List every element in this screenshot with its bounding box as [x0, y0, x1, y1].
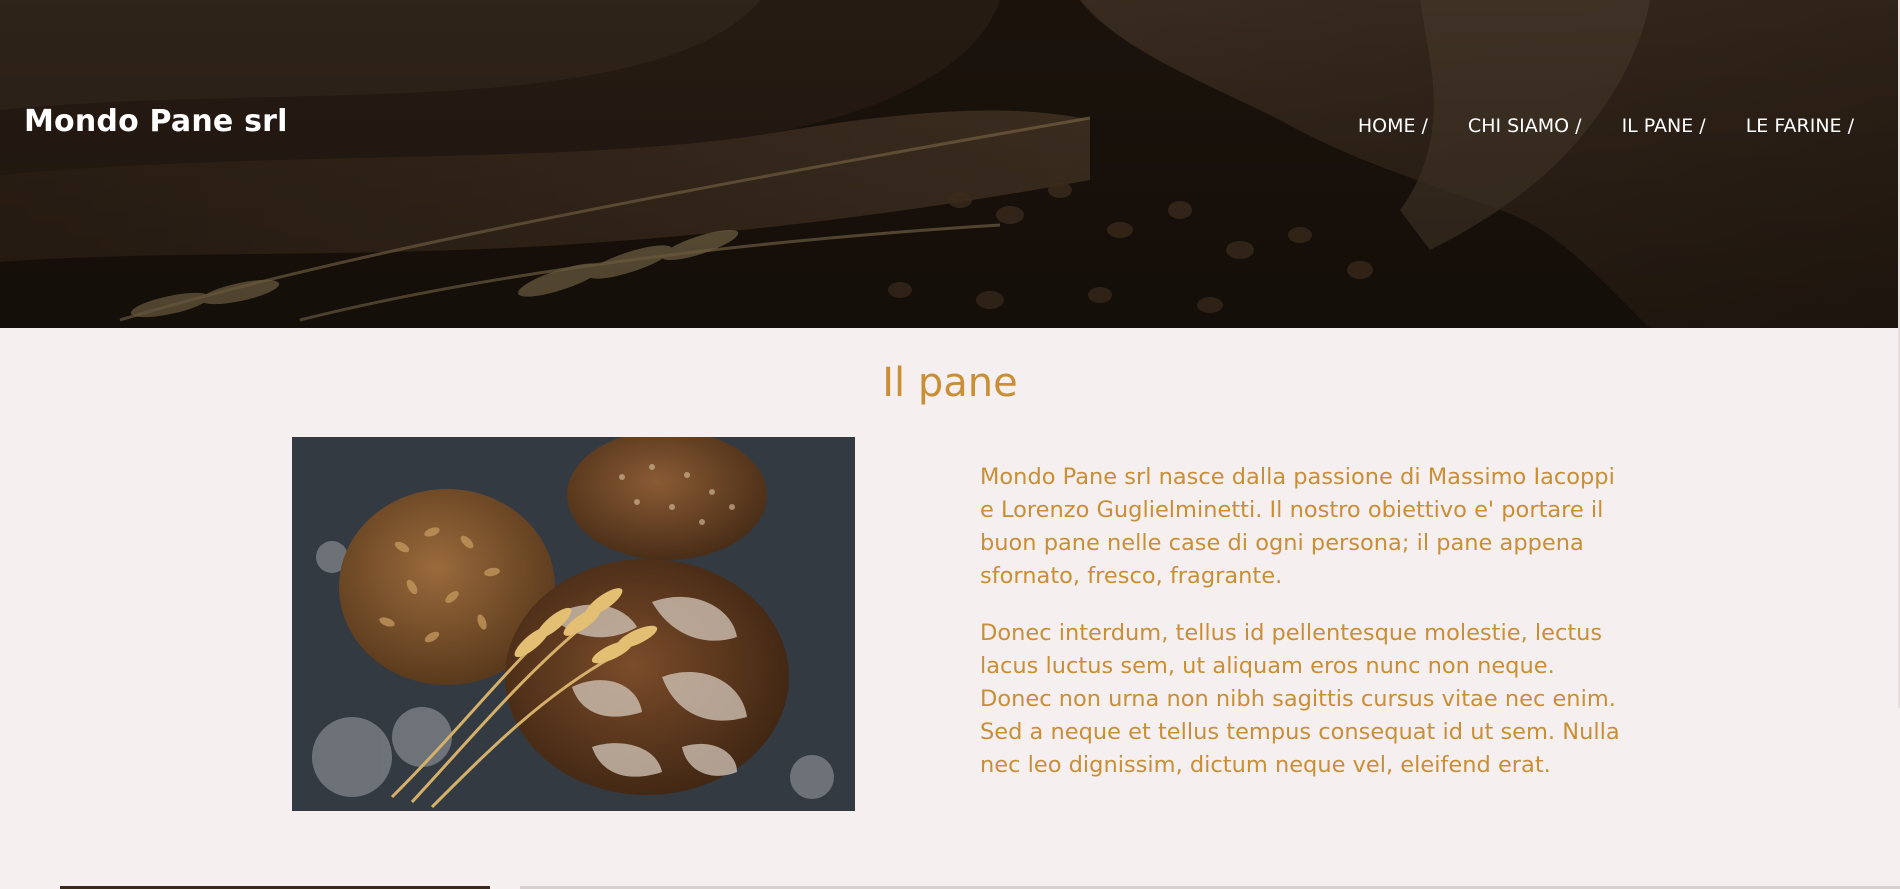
nav-home[interactable]: HOME /: [1358, 115, 1428, 137]
hero-background-image: [0, 0, 1900, 328]
bread-photo: [292, 437, 855, 811]
page: Mondo Pane srl HOME / CHI SIAMO / IL PAN…: [0, 0, 1900, 889]
nav-le-farine[interactable]: LE FARINE /: [1746, 115, 1854, 137]
main-content: Il pane Mondo Pane srl nasce dalla passi…: [0, 328, 1900, 889]
nav-il-pane[interactable]: IL PANE /: [1622, 115, 1706, 137]
paragraph-1: Mondo Pane srl nasce dalla passione di M…: [980, 464, 1615, 589]
section-title: Il pane: [882, 360, 1018, 406]
bread-image: [292, 437, 855, 811]
intro-text: Mondo Pane srl nasce dalla passione di M…: [980, 461, 1620, 806]
brand-logo-link[interactable]: Mondo Pane srl: [24, 104, 288, 139]
main-nav: HOME / CHI SIAMO / IL PANE / LE FARINE /: [1358, 115, 1854, 137]
paragraph-2: Donec interdum, tellus id pellentesque m…: [980, 620, 1620, 778]
hero-banner: Mondo Pane srl HOME / CHI SIAMO / IL PAN…: [0, 0, 1900, 328]
nav-chi-siamo[interactable]: CHI SIAMO /: [1468, 115, 1582, 137]
